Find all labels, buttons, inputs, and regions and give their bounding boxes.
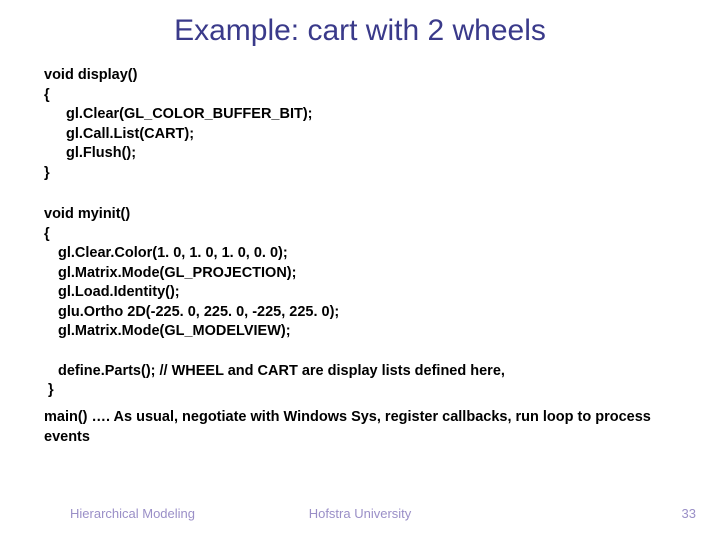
- code-line: void myinit(): [44, 206, 130, 222]
- slide: Example: cart with 2 wheels void display…: [0, 0, 720, 540]
- code-line: define.Parts(); // WHEEL and CART are di…: [44, 362, 505, 382]
- code-line: gl.Matrix.Mode(GL_PROJECTION);: [44, 264, 296, 284]
- code-display-fn: void display() { gl.Clear(GL_COLOR_BUFFE…: [44, 66, 313, 183]
- code-main-note: main() …. As usual, negotiate with Windo…: [44, 408, 690, 447]
- code-line: {: [44, 226, 50, 242]
- code-line: gl.Call.List(CART);: [44, 125, 194, 145]
- footer: Hierarchical Modeling Hofstra University…: [0, 506, 720, 526]
- code-line: gl.Matrix.Mode(GL_MODELVIEW);: [44, 322, 291, 342]
- code-myinit-fn: void myinit() { gl.Clear.Color(1. 0, 1. …: [44, 205, 505, 401]
- code-line: glu.Ortho 2D(-225. 0, 225. 0, -225, 225.…: [44, 303, 339, 323]
- footer-page-number: 33: [682, 506, 696, 521]
- footer-center: Hofstra University: [0, 506, 720, 521]
- code-line: gl.Load.Identity();: [44, 283, 180, 303]
- code-line: gl.Clear.Color(1. 0, 1. 0, 1. 0, 0. 0);: [44, 244, 288, 264]
- code-line: }: [48, 382, 54, 398]
- code-line: gl.Flush();: [44, 144, 136, 164]
- code-line: void display(): [44, 67, 137, 83]
- slide-title: Example: cart with 2 wheels: [0, 14, 720, 48]
- code-line: {: [44, 87, 50, 103]
- code-line: gl.Clear(GL_COLOR_BUFFER_BIT);: [44, 105, 313, 125]
- code-line: }: [44, 165, 50, 181]
